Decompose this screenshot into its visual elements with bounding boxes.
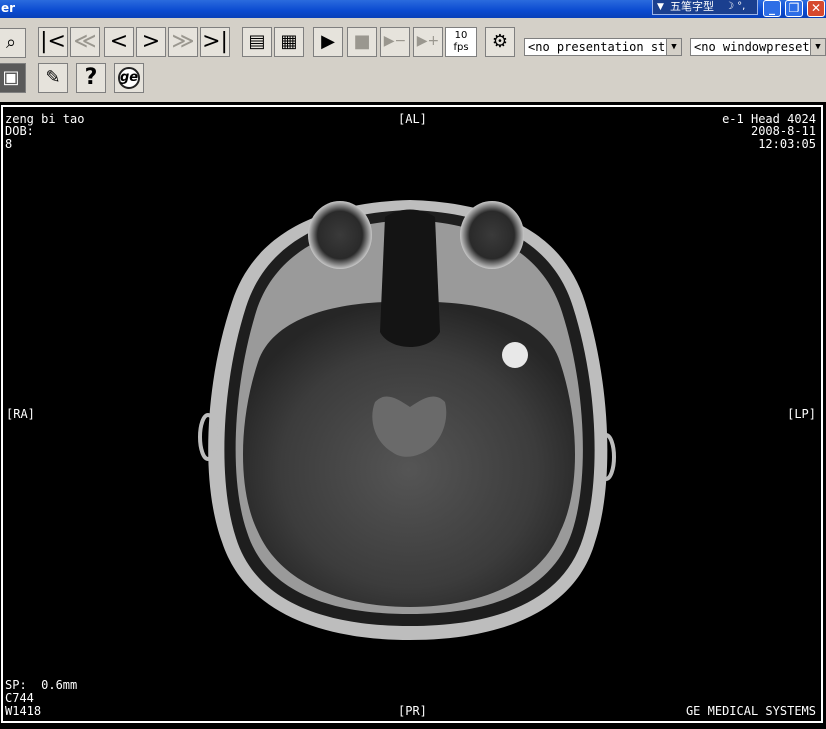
fps-display: 10 fps xyxy=(445,27,477,57)
settings-icon[interactable]: ⚙ xyxy=(485,27,515,57)
grid-layout-icon[interactable]: ▦ xyxy=(274,27,304,57)
ge-logo-icon[interactable]: ge xyxy=(114,63,144,93)
image-viewport[interactable]: zeng bi tao DOB: 8 [AL] e-1 Head 4024 20… xyxy=(0,102,826,729)
top-orientation-label: [AL] xyxy=(398,112,427,126)
window-preset-value: <no windowpreset> xyxy=(694,40,817,54)
window-preset-select[interactable]: <no windowpreset> ▼ xyxy=(690,38,826,56)
fps-unit: fps xyxy=(453,42,469,53)
manufacturer-label: GE MEDICAL SYSTEMS xyxy=(685,704,816,718)
previous-frame-button[interactable]: < xyxy=(104,27,134,57)
single-layout-icon[interactable]: ▤ xyxy=(242,27,272,57)
minimize-button[interactable]: _ xyxy=(763,0,781,17)
stop-button[interactable]: ■ xyxy=(347,27,377,57)
bottom-orientation-label: [PR] xyxy=(398,704,427,718)
fast-forward-button[interactable]: ≫ xyxy=(168,27,198,57)
next-frame-button[interactable]: > xyxy=(136,27,166,57)
window-title-bar[interactable]: er ▼ 五笔字型 ☽ °, _ ❐ ✕ xyxy=(0,0,826,18)
window-width: W1418 xyxy=(5,704,42,718)
fps-value: 10 xyxy=(454,30,468,41)
ime-label: 五笔字型 xyxy=(670,0,714,13)
presentation-state-value: <no presentation st xyxy=(528,40,666,54)
ime-symbols[interactable]: ☽ °, xyxy=(725,0,745,14)
right-orientation-label: [LP] xyxy=(787,407,816,421)
zoom-icon[interactable]: ⌕ xyxy=(0,28,26,58)
faster-button[interactable]: ▶+ xyxy=(413,27,443,57)
first-frame-button[interactable]: |< xyxy=(38,27,68,57)
help-button[interactable]: ? xyxy=(76,63,106,93)
chevron-down-icon[interactable]: ▼ xyxy=(666,39,681,55)
toolbar: ⌕ |< ≪ < > ≫ >| ▤ ▦ ▶ ■ ▶− ▶+ 10 fps ⚙ <… xyxy=(0,18,826,102)
restore-button[interactable]: ❐ xyxy=(785,0,803,17)
presentation-state-select[interactable]: <no presentation st ▼ xyxy=(524,38,682,56)
slower-button[interactable]: ▶− xyxy=(380,27,410,57)
ime-expand-icon[interactable]: ▼ xyxy=(657,0,664,14)
mri-brain-image xyxy=(198,200,616,640)
close-button[interactable]: ✕ xyxy=(807,0,825,17)
study-time: 12:03:05 xyxy=(758,137,816,151)
play-button[interactable]: ▶ xyxy=(313,27,343,57)
ime-indicator[interactable]: ▼ 五笔字型 ☽ °, xyxy=(652,0,758,15)
image-number: 8 xyxy=(5,137,13,151)
window-title: er xyxy=(1,1,16,15)
last-frame-button[interactable]: >| xyxy=(200,27,230,57)
report-icon[interactable]: ✎ xyxy=(38,63,68,93)
chevron-down-icon[interactable]: ▼ xyxy=(810,39,825,55)
fast-rewind-button[interactable]: ≪ xyxy=(70,27,100,57)
film-icon[interactable]: ▣ xyxy=(0,63,26,93)
left-orientation-label: [RA] xyxy=(6,407,35,421)
